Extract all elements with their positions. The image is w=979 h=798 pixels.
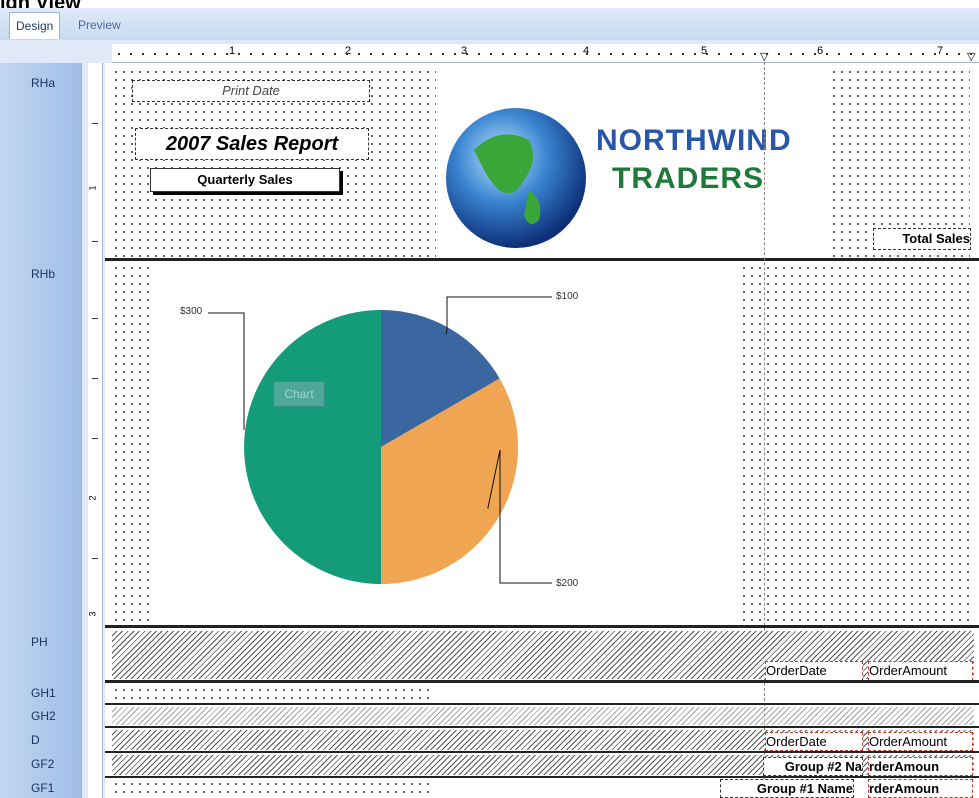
gh2-band-fill — [112, 707, 974, 725]
gf1-grid — [112, 780, 432, 796]
detail-orderdate-field[interactable]: OrderDate — [765, 732, 863, 751]
pie-slice — [244, 310, 381, 584]
gf2-amount-field[interactable]: rderAmoun — [868, 757, 973, 776]
band-divider — [105, 703, 979, 705]
gh1-grid — [112, 686, 432, 702]
pie-label-300: $300 — [180, 306, 203, 317]
pie-label-100: $100 — [556, 291, 579, 302]
band-divider — [105, 776, 979, 778]
pie-leader-line — [445, 296, 552, 335]
band-divider — [105, 751, 979, 753]
detail-orderamount-field[interactable]: OrderAmount — [868, 732, 973, 751]
gf2-group-name-field[interactable]: Group #2 Na — [763, 757, 863, 776]
band-divider — [105, 625, 979, 628]
pie-leader-line — [208, 312, 245, 430]
gf1-amount-field[interactable]: rderAmoun — [868, 779, 973, 798]
pie-label-200: $200 — [556, 578, 579, 589]
ph-orderamount-field[interactable]: OrderAmount — [868, 661, 973, 681]
band-divider — [105, 726, 979, 728]
band-divider — [105, 680, 979, 683]
ph-orderdate-field[interactable]: OrderDate — [765, 661, 863, 681]
gf1-group-name-field[interactable]: Group #1 Name — [720, 779, 854, 798]
chart-placeholder-button[interactable]: Chart — [273, 381, 325, 407]
